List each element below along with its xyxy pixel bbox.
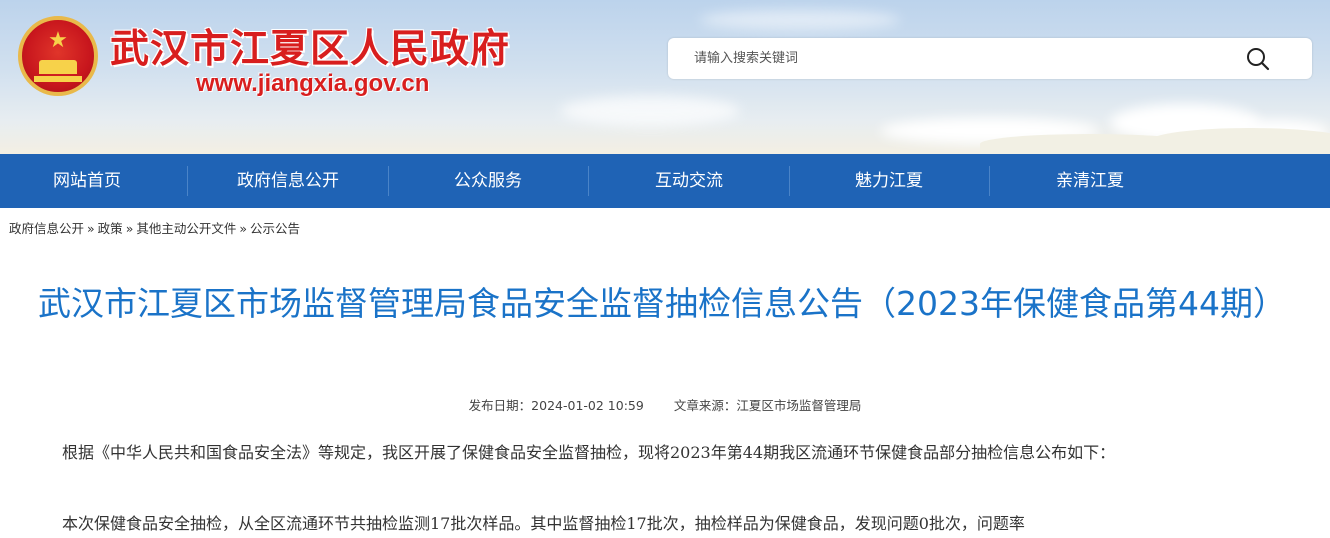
breadcrumb-separator: » [125, 221, 134, 236]
breadcrumb-item-announcements[interactable]: 公示公告 [250, 221, 300, 236]
publish-date: 2024-01-02 10:59 [531, 398, 644, 413]
breadcrumb-separator: » [239, 221, 248, 236]
site-url[interactable]: www.jiangxia.gov.cn [196, 70, 429, 98]
article-meta: 发布日期：2024-01-02 10:59 文章来源：江夏区市场监督管理局 [0, 395, 1330, 414]
breadcrumb-item-gov-info[interactable]: 政府信息公开 [9, 221, 84, 236]
publish-date-label: 发布日期： [468, 398, 532, 413]
site-title[interactable]: 武汉市江夏区人民政府 [110, 18, 510, 74]
breadcrumb-item-policy[interactable]: 政策 [98, 221, 123, 236]
nav-item-gov-info[interactable]: 政府信息公开 [188, 154, 388, 208]
source-label: 文章来源： [673, 398, 737, 413]
nav-item-charm-jiangxia[interactable]: 魅力江夏 [789, 154, 989, 208]
article-source: 江夏区市场监督管理局 [736, 398, 862, 413]
nav-item-public-service[interactable]: 公众服务 [388, 154, 588, 208]
article-title: 武汉市江夏区市场监督管理局食品安全监督抽检信息公告（2023年保健食品第44期） [38, 284, 1286, 323]
breadcrumb-separator: » [87, 221, 95, 236]
national-emblem-icon[interactable]: ★ [18, 16, 98, 96]
search-icon[interactable] [1245, 46, 1271, 72]
breadcrumb-item-other-files[interactable]: 其他主动公开文件 [136, 221, 236, 236]
search-box [668, 38, 1312, 79]
search-input[interactable] [680, 38, 1240, 79]
nav-item-qinqing-jiangxia[interactable]: 亲清江夏 [990, 154, 1190, 208]
site-header: ★ 武汉市江夏区人民政府 www.jiangxia.gov.cn [0, 0, 1330, 154]
nav-item-home[interactable]: 网站首页 [0, 154, 187, 208]
article-paragraph: 本次保健食品安全抽检，从全区流通环节共抽检监测17批次样品。其中监督抽检17批次… [62, 514, 1025, 533]
breadcrumb: 政府信息公开» 政策» 其他主动公开文件» 公示公告 [9, 218, 300, 237]
article-paragraph: 根据《中华人民共和国食品安全法》等规定，我区开展了保健食品安全监督抽检，现将20… [62, 443, 1116, 462]
main-nav: 网站首页 政府信息公开 公众服务 互动交流 魅力江夏 亲清江夏 [0, 154, 1330, 208]
nav-item-interaction[interactable]: 互动交流 [589, 154, 789, 208]
